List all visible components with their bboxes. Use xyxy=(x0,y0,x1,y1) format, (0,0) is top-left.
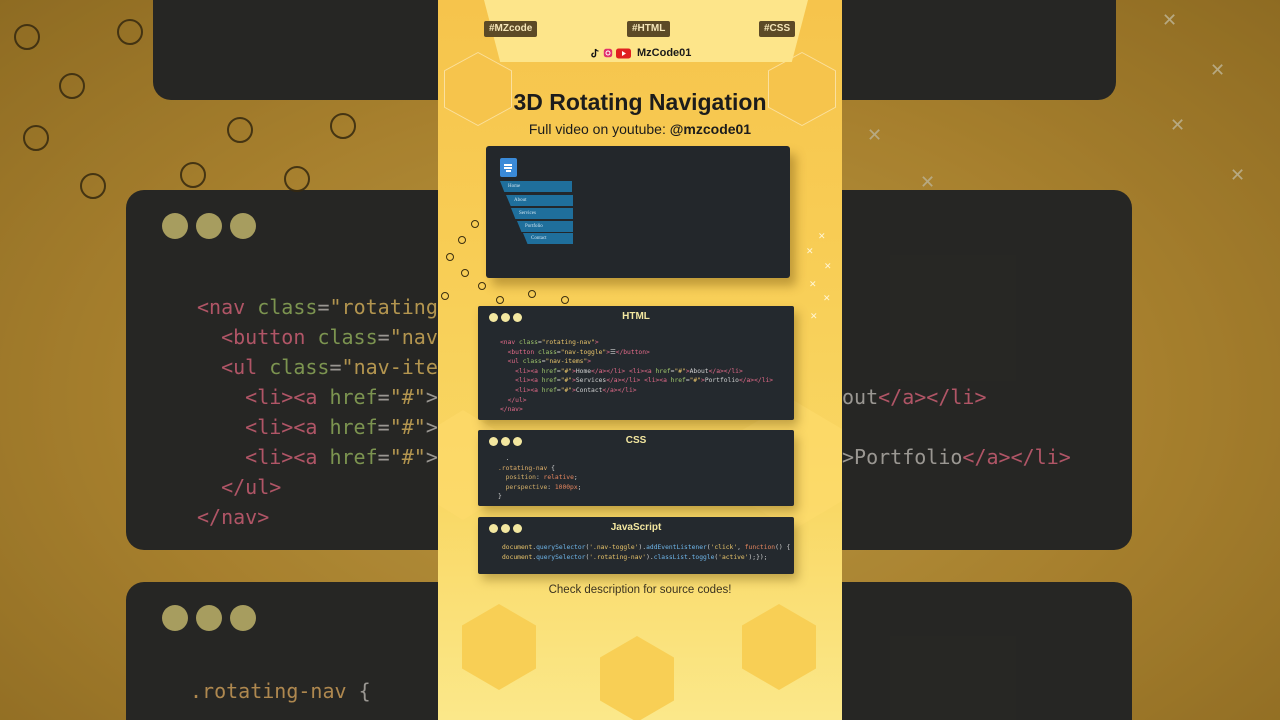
tiktok-icon[interactable] xyxy=(590,48,600,58)
youtube-handle-link[interactable]: @mzcode01 xyxy=(670,121,751,137)
tag-mzcode[interactable]: #MZcode xyxy=(484,21,538,37)
css-code: . .rotating-nav { position: relative; pe… xyxy=(498,455,582,501)
hexagon-decoration xyxy=(742,604,816,690)
js-code-card: JavaScript document.querySelector('.nav-… xyxy=(478,517,794,574)
page-subtitle: Full video on youtube: @mzcode01 xyxy=(438,121,842,137)
js-code: document.querySelector('.nav-toggle').ad… xyxy=(502,544,791,561)
html-code-card: HTML <nav class="rotating-nav"> <button … xyxy=(478,306,794,420)
hexagon-decoration xyxy=(462,604,536,690)
instagram-icon[interactable] xyxy=(603,48,613,58)
js-card-title: JavaScript xyxy=(610,522,662,533)
page-title: 3D Rotating Navigation xyxy=(513,89,767,115)
tag-css[interactable]: #CSS xyxy=(759,21,796,37)
menu-toggle-button[interactable] xyxy=(500,158,517,177)
subtitle-text: Full video on youtube: xyxy=(528,121,670,137)
html-code: <nav class="rotating-nav"> <button class… xyxy=(500,339,774,414)
html-card-title: HTML xyxy=(622,311,650,322)
nav-item-services[interactable]: Services xyxy=(511,208,573,219)
channel-name[interactable]: MzCode01 xyxy=(637,47,691,59)
nav-item-home[interactable]: Home xyxy=(500,181,572,192)
source-code-note: Check description for source codes! xyxy=(548,584,732,596)
youtube-icon[interactable] xyxy=(616,48,631,59)
css-code-card: CSS . .rotating-nav { position: relative… xyxy=(478,430,794,506)
menu-icon xyxy=(504,164,512,166)
demo-preview: Home About Services Portfolio Contact xyxy=(486,146,790,278)
hexagon-decoration xyxy=(600,636,674,720)
css-card-title: CSS xyxy=(625,435,647,446)
channel-info: MzCode01 xyxy=(590,45,691,61)
tag-html[interactable]: #HTML xyxy=(627,21,671,37)
nav-item-portfolio[interactable]: Portfolio xyxy=(517,221,573,232)
nav-item-contact[interactable]: Contact xyxy=(523,233,573,244)
main-panel: #MZcode #HTML #CSS MzCode01 3D Rotating … xyxy=(438,0,842,720)
nav-item-about[interactable]: About xyxy=(506,195,573,206)
